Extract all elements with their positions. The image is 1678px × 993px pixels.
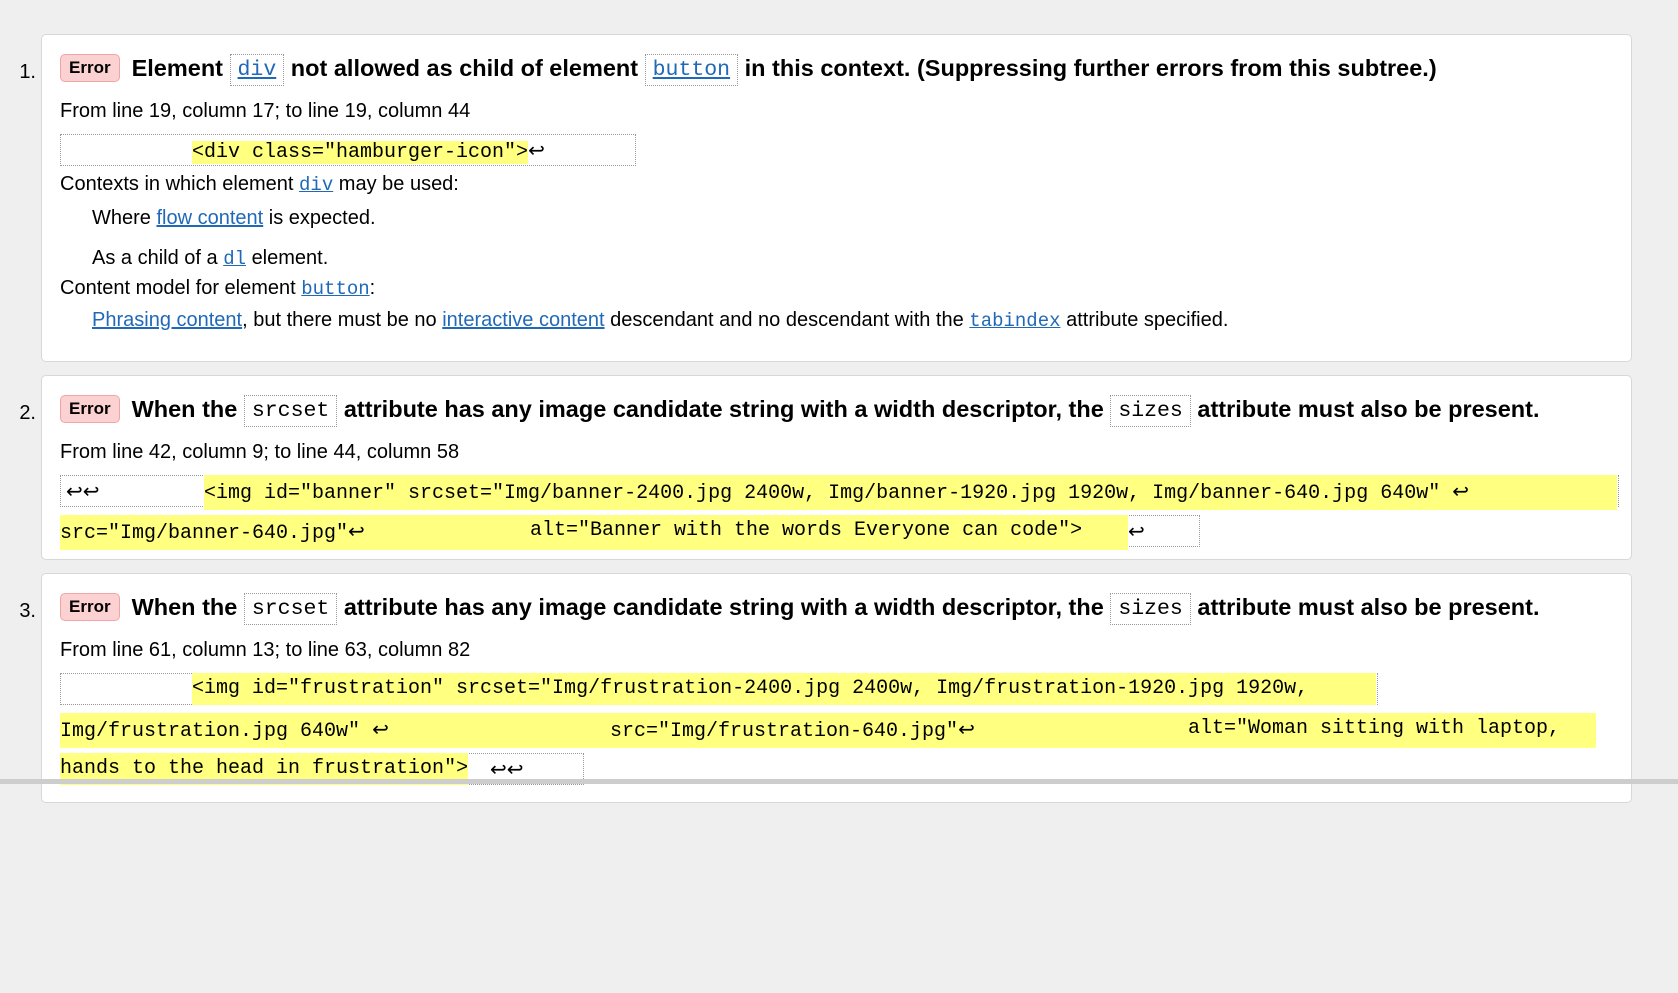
contexts-heading: Contexts in which element div may be use… xyxy=(60,173,459,196)
element-link-button[interactable]: button xyxy=(644,54,739,86)
tabindex-link[interactable]: tabindex xyxy=(969,310,1060,332)
error-message: Error When the srcset attribute has any i… xyxy=(60,590,1540,625)
return-icon: ↩ xyxy=(1128,519,1145,543)
context-dl: As a child of a dl element. xyxy=(92,247,329,270)
return-icon: ↩ xyxy=(528,138,545,162)
horizontal-scrollbar[interactable] xyxy=(0,779,1678,784)
context-flow: Where flow content is expected. xyxy=(92,207,376,229)
result-item: 2. Error When the srcset attribute has an… xyxy=(19,375,1632,560)
result-item: 1. Error Element div not allowed as child… xyxy=(19,34,1632,362)
item-number: 1. xyxy=(19,61,36,83)
error-message: Error When the srcset attribute has any i… xyxy=(60,392,1540,427)
code-extract: ↩↩ <img id="banner" srcset="Img/banner-2… xyxy=(60,475,1620,550)
return-icon: ↩ xyxy=(372,717,389,741)
return-icon: ↩ xyxy=(66,479,83,503)
attribute-sizes: sizes xyxy=(1110,593,1191,625)
element-link-div[interactable]: div xyxy=(299,174,333,196)
content-model-heading: Content model for element button: xyxy=(60,277,376,300)
return-icon: ↩ xyxy=(348,519,365,543)
interactive-content-link[interactable]: interactive content xyxy=(442,309,604,331)
return-icon: ↩ xyxy=(958,717,975,741)
element-link-div[interactable]: div xyxy=(229,54,285,86)
location: From line 19, column 17; to line 19, col… xyxy=(60,100,471,122)
phrasing-content-link[interactable]: Phrasing content xyxy=(92,309,242,331)
element-link-button[interactable]: button xyxy=(301,278,369,300)
return-icon: ↩ xyxy=(506,757,524,781)
content-model: Phrasing content, but there must be no i… xyxy=(92,309,1229,332)
attribute-srcset: srcset xyxy=(243,593,338,625)
error-badge: Error xyxy=(60,593,120,621)
result-item: 3. Error When the srcset attribute has an… xyxy=(19,573,1632,803)
error-badge: Error xyxy=(60,54,120,82)
attribute-srcset: srcset xyxy=(243,395,338,427)
results-list: 1. Error Element div not allowed as child… xyxy=(0,0,1678,803)
error-message: Error Element div not allowed as child of… xyxy=(60,51,1437,86)
item-number: 3. xyxy=(19,600,36,622)
return-icon: ↩ xyxy=(82,479,100,503)
element-link-dl[interactable]: dl xyxy=(223,248,246,270)
location: From line 42, column 9; to line 44, colu… xyxy=(60,441,460,463)
error-badge: Error xyxy=(60,395,120,423)
return-icon: ↩ xyxy=(1452,479,1469,503)
item-number: 2. xyxy=(19,402,36,424)
flow-content-link[interactable]: flow content xyxy=(156,207,263,229)
code-extract: <img id="frustration" srcset="Img/frustr… xyxy=(60,673,1620,785)
attribute-sizes: sizes xyxy=(1110,395,1191,427)
location: From line 61, column 13; to line 63, col… xyxy=(60,639,471,661)
return-icon: ↩ xyxy=(490,757,507,781)
